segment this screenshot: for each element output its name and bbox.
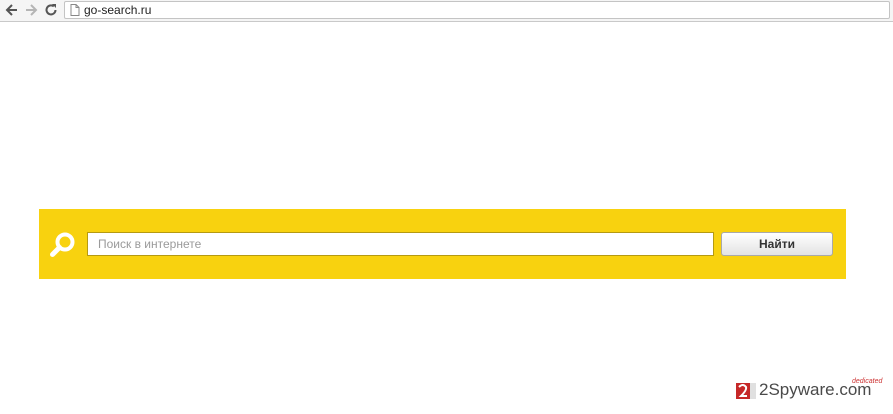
search-button[interactable]: Найти — [721, 232, 833, 256]
arrow-right-icon — [26, 4, 38, 16]
address-bar[interactable]: go-search.ru — [64, 1, 890, 19]
forward-button[interactable] — [23, 2, 39, 18]
search-input[interactable] — [87, 232, 714, 256]
reload-button[interactable] — [43, 2, 59, 18]
watermark-tagline: dedicated — [852, 378, 883, 385]
url-text: go-search.ru — [84, 3, 152, 17]
search-panel: Найти — [39, 209, 846, 279]
watermark: 2Spyware.com dedicated — [735, 378, 885, 402]
page-icon — [70, 4, 80, 16]
arrow-left-icon — [5, 4, 17, 16]
reload-icon — [45, 4, 57, 16]
magnifier-icon — [50, 232, 75, 257]
back-button[interactable] — [4, 2, 20, 18]
spyware-logo-icon — [736, 383, 756, 399]
browser-toolbar: go-search.ru — [0, 0, 893, 22]
